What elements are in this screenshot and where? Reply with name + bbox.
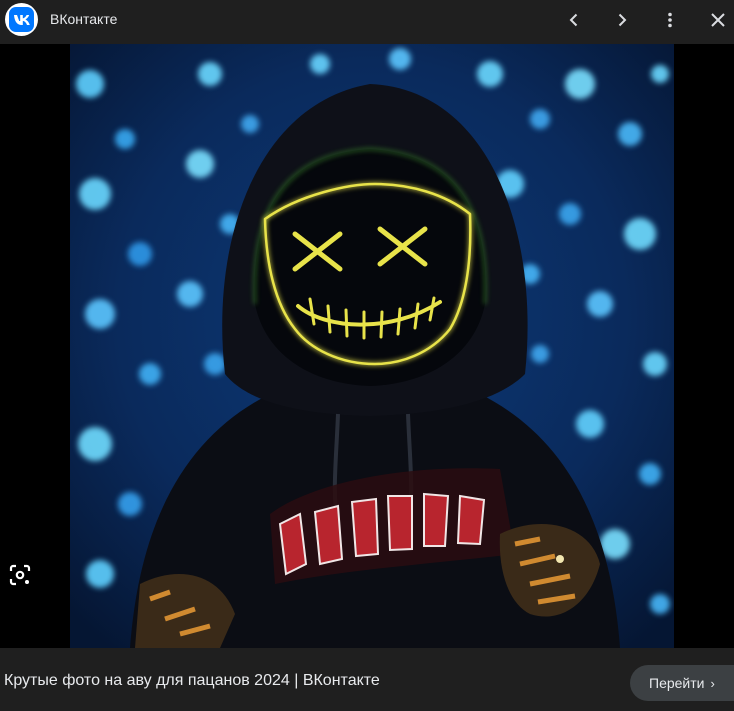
chevron-right-icon: [618, 13, 627, 27]
chevron-right-icon: ›: [710, 675, 715, 691]
close-icon: [711, 13, 725, 27]
site-name[interactable]: ВКонтакте: [50, 11, 117, 27]
next-button[interactable]: [608, 6, 636, 34]
viewer-header: ВКонтакте: [0, 0, 734, 40]
chevron-left-icon: [569, 13, 578, 27]
vk-logo-icon[interactable]: [5, 3, 38, 36]
visit-button[interactable]: Перейти ›: [630, 665, 734, 701]
masked-figure-photo: [70, 44, 674, 648]
more-vert-icon: [668, 12, 672, 28]
image-caption[interactable]: Крутые фото на аву для пацанов 2024 | ВК…: [4, 672, 380, 690]
lens-search-icon: [9, 564, 31, 586]
image-stage: [0, 44, 734, 648]
preview-image[interactable]: [70, 44, 674, 648]
more-options-button[interactable]: [656, 6, 684, 34]
visit-button-label: Перейти: [649, 675, 705, 691]
lens-search-button[interactable]: [7, 562, 33, 588]
close-button[interactable]: [704, 6, 732, 34]
previous-button[interactable]: [560, 6, 588, 34]
